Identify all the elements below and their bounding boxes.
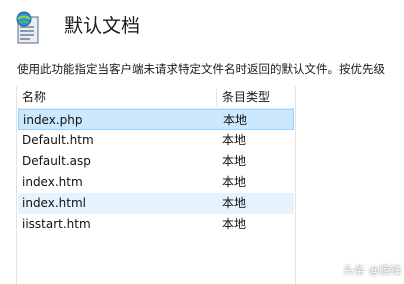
default-documents-list[interactable]: 名称 条目类型 index.php 本地 Default.htm 本地 Defa… bbox=[16, 86, 296, 284]
cell-entry-type: 本地 bbox=[222, 196, 247, 210]
watermark: 头条 @腾锋 bbox=[343, 264, 402, 277]
column-header-name[interactable]: 名称 bbox=[22, 86, 212, 108]
page-title: 默认文档 bbox=[64, 15, 141, 37]
cell-entry-type: 本地 bbox=[222, 154, 247, 168]
cell-entry-type: 本地 bbox=[223, 113, 248, 127]
list-row-index-html[interactable]: index.html 本地 bbox=[18, 193, 294, 214]
cell-name: Default.asp bbox=[22, 154, 91, 168]
cell-entry-type: 本地 bbox=[222, 217, 247, 231]
default-document-icon bbox=[14, 11, 44, 45]
cell-name: index.php bbox=[23, 113, 83, 127]
list-column-header: 名称 条目类型 bbox=[17, 86, 295, 109]
column-divider[interactable] bbox=[216, 88, 217, 106]
cell-name: Default.htm bbox=[22, 133, 94, 147]
cell-name: iisstart.htm bbox=[22, 217, 91, 231]
column-header-entry-type[interactable]: 条目类型 bbox=[222, 86, 292, 108]
list-row-index-php[interactable]: index.php 本地 bbox=[18, 109, 294, 130]
cell-name: index.html bbox=[22, 196, 86, 210]
cell-entry-type: 本地 bbox=[222, 133, 247, 147]
cell-name: index.htm bbox=[22, 175, 83, 189]
cell-entry-type: 本地 bbox=[222, 175, 247, 189]
feature-description: 使用此功能指定当客户端未请求特定文件名时返回的默认文件。按优先级 bbox=[17, 62, 385, 76]
list-row-default-asp[interactable]: Default.asp 本地 bbox=[18, 151, 294, 172]
list-row-index-htm[interactable]: index.htm 本地 bbox=[18, 172, 294, 193]
list-row-iisstart-htm[interactable]: iisstart.htm 本地 bbox=[18, 214, 294, 235]
list-row-default-htm[interactable]: Default.htm 本地 bbox=[18, 130, 294, 151]
